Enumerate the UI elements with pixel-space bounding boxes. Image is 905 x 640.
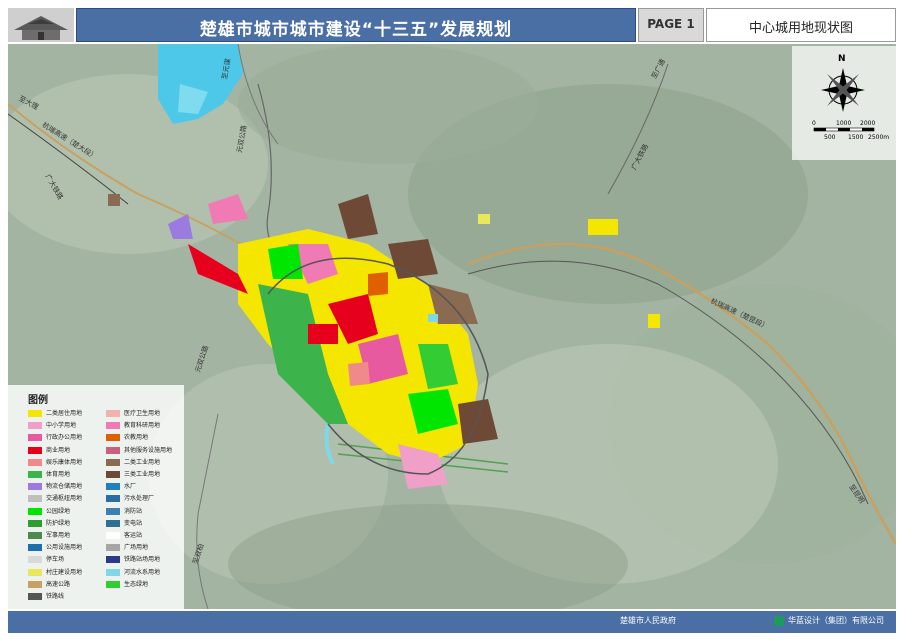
legend-label: 生态绿地 xyxy=(124,580,149,588)
legend-label: 物流仓储用地 xyxy=(46,483,83,491)
legend-swatch xyxy=(106,568,120,576)
legend-panel: 图例 二类居住用地 中小学用地行政办公用地 商业用地娱乐康体用地 体育用地物流仓储用地… xyxy=(8,385,184,609)
header-bar: 楚雄市城市城市建设“十三五”发展规划 PAGE 1 中心城用地现状图 xyxy=(8,8,896,42)
legend-label: 二类居住用地 xyxy=(46,410,83,417)
legend-swatch xyxy=(28,422,42,430)
legend-label: 高速公路 xyxy=(46,580,71,588)
legend-label: 村庄建设用地 xyxy=(46,568,83,576)
building-logo xyxy=(8,8,74,42)
map-canvas[interactable]: 至大理 杭瑞高速（楚大段） 广大铁路 至元谋 元双公路 至广通 广大铁路 杭瑞高… xyxy=(8,44,896,609)
scale-1500: 1500 xyxy=(848,134,864,141)
legend-label: 防护绿地 xyxy=(46,519,71,527)
legend-label: 商业用地 xyxy=(46,446,71,454)
legend-label: 停车场 xyxy=(46,556,65,564)
page-title: 楚雄市城市城市建设“十三五”发展规划 xyxy=(199,20,513,40)
legend-label: 中小学用地 xyxy=(46,422,77,430)
legend-swatch xyxy=(106,495,120,503)
scale-2500m: 2500m xyxy=(868,134,890,141)
page-number: PAGE 1 xyxy=(647,17,695,31)
legend-swatch xyxy=(106,471,120,478)
legend-swatch xyxy=(28,483,42,491)
map-frame: 楚雄市城市城市建设“十三五”发展规划 PAGE 1 中心城用地现状图 至大理 杭… xyxy=(0,0,905,640)
legend-label: 其他服务设施用地 xyxy=(124,446,173,454)
map-subtitle: 中心城用地现状图 xyxy=(748,21,853,36)
legend-label: 交通枢纽用地 xyxy=(46,495,83,503)
legend-swatch xyxy=(106,519,120,527)
legend-label: 水厂 xyxy=(124,483,137,491)
legend-label: 污水处理厂 xyxy=(124,495,155,503)
legend-swatch xyxy=(28,410,42,417)
legend-label: 变电站 xyxy=(124,519,143,527)
legend-label: 体育用地 xyxy=(46,471,71,478)
legend-label: 行政办公用地 xyxy=(46,434,83,442)
legend-swatch xyxy=(28,580,42,588)
legend-swatch xyxy=(106,483,120,491)
legend-swatch xyxy=(106,446,120,454)
title-bar: 楚雄市城市城市建设“十三五”发展规划 xyxy=(76,8,636,42)
legend-swatch xyxy=(28,556,42,564)
north-arrow-icon xyxy=(813,68,875,132)
legend-label: 广场用地 xyxy=(124,544,149,552)
legend-title: 图例 xyxy=(28,395,48,406)
legend-label: 消防站 xyxy=(124,507,143,515)
legend-label: 公园绿地 xyxy=(46,507,71,515)
map-subtitle-box: 中心城用地现状图 xyxy=(706,8,896,42)
legend-swatch xyxy=(106,532,120,539)
legend-label: 军事用地 xyxy=(46,532,71,539)
legend-label: 二类工业用地 xyxy=(124,458,161,466)
footer-bar: 楚雄市人民政府 华蓝设计（集团）有限公司 xyxy=(8,611,896,633)
legend-label: 医疗卫生用地 xyxy=(124,410,161,417)
legend-label: 公用设施用地 xyxy=(46,544,83,552)
legend-swatch xyxy=(28,446,42,454)
legend-swatch xyxy=(28,507,42,515)
building-logo-icon xyxy=(8,8,74,42)
company-name: 华蓝设计（集团）有限公司 xyxy=(788,616,884,625)
legend-swatch xyxy=(106,458,120,466)
legend-swatch xyxy=(28,471,42,478)
scale-500: 500 xyxy=(824,134,836,141)
legend-label: 农教用地 xyxy=(124,434,149,442)
legend-swatch xyxy=(106,410,120,417)
legend-swatch xyxy=(28,519,42,527)
legend-label: 娱乐康体用地 xyxy=(46,458,83,466)
legend-label: 铁路线 xyxy=(46,593,65,600)
legend-swatch xyxy=(28,532,42,539)
scale-1000: 1000 xyxy=(836,120,852,127)
legend-swatch xyxy=(28,568,42,576)
legend-label: 河流水系用地 xyxy=(124,568,161,576)
scale-0: 0 xyxy=(812,120,816,127)
legend-swatch xyxy=(106,422,120,430)
legend-swatch xyxy=(28,495,42,503)
government-name: 楚雄市人民政府 xyxy=(620,616,676,625)
legend-label: 客运站 xyxy=(124,532,143,539)
legend-swatch xyxy=(28,544,42,552)
legend-swatch xyxy=(28,593,42,600)
compass-panel: N 0 1000 2000 500 1500 2500m xyxy=(792,46,896,160)
legend-swatch xyxy=(106,556,120,564)
legend-swatch xyxy=(106,544,120,552)
page-number-box: PAGE 1 xyxy=(638,8,704,42)
company-logo-icon xyxy=(774,616,784,626)
legend-label: 三类工业用地 xyxy=(124,471,161,478)
legend-label: 教育科研用地 xyxy=(124,422,161,430)
legend-swatch xyxy=(28,458,42,466)
legend-swatch xyxy=(106,580,120,588)
legend-label: 铁路站场用地 xyxy=(124,556,161,564)
legend-swatch xyxy=(28,434,42,442)
legend-swatch xyxy=(106,434,120,442)
scale-2000: 2000 xyxy=(860,120,876,127)
legend-swatch xyxy=(106,507,120,515)
